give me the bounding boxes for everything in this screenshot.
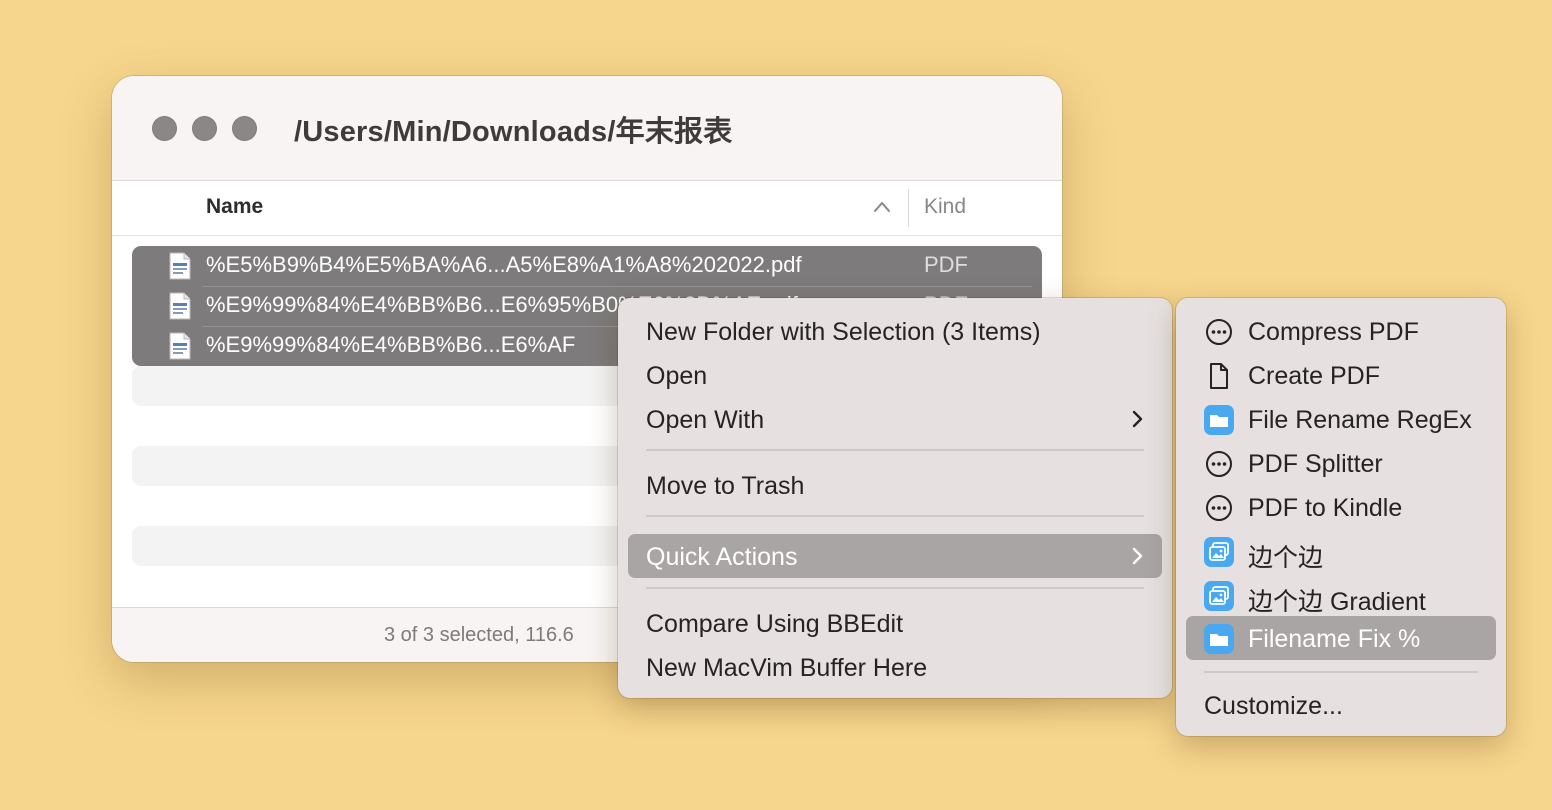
zoom-window-button[interactable] xyxy=(232,116,257,141)
folder-icon xyxy=(1204,624,1234,654)
document-icon xyxy=(1210,363,1228,389)
file-rename-regex-item[interactable]: File Rename RegEx xyxy=(1186,397,1496,441)
column-header: Name Kind xyxy=(112,181,1062,236)
file-row[interactable]: %E5%B9%B4%E5%BA%A6...A5%E8%A1%A8%202022.… xyxy=(132,246,1042,286)
quick-actions-submenu: Compress PDF Create PDF File Rename RegE… xyxy=(1176,298,1506,736)
create-pdf-item[interactable]: Create PDF xyxy=(1186,353,1496,397)
open-with-item[interactable]: Open With xyxy=(628,397,1162,441)
column-name-header[interactable]: Name xyxy=(206,195,263,219)
menu-separator xyxy=(646,449,1144,451)
column-separator[interactable] xyxy=(908,189,909,227)
sort-ascending-icon[interactable] xyxy=(872,199,892,215)
new-macvim-buffer-item[interactable]: New MacVim Buffer Here xyxy=(628,645,1162,689)
filename-fix-item[interactable]: Filename Fix % xyxy=(1186,616,1496,660)
file-name: %E5%B9%B4%E5%BA%A6...A5%E8%A1%A8%202022.… xyxy=(206,252,802,277)
chevron-right-icon xyxy=(1132,410,1143,428)
bian-ge-bian-gradient-item[interactable]: 边个边 Gradient xyxy=(1186,573,1496,617)
file-kind: PDF xyxy=(924,252,968,277)
ellipsis-circle-icon xyxy=(1206,319,1232,345)
window-titlebar: /Users/Min/Downloads/年末报表 xyxy=(112,76,1062,181)
photos-icon xyxy=(1204,581,1234,611)
compress-pdf-item[interactable]: Compress PDF xyxy=(1186,309,1496,353)
pdf-file-icon xyxy=(169,252,191,280)
window-title: /Users/Min/Downloads/年末报表 xyxy=(294,116,733,148)
context-menu: New Folder with Selection (3 Items) Open… xyxy=(618,298,1172,698)
column-kind-header[interactable]: Kind xyxy=(924,195,966,219)
compare-using-bbedit-item[interactable]: Compare Using BBEdit xyxy=(628,601,1162,645)
photos-icon xyxy=(1204,537,1234,567)
ellipsis-circle-icon xyxy=(1206,451,1232,477)
selection-status: 3 of 3 selected, 116.6 xyxy=(384,624,574,646)
ellipsis-circle-icon xyxy=(1206,495,1232,521)
pdf-file-icon xyxy=(169,292,191,320)
pdf-to-kindle-item[interactable]: PDF to Kindle xyxy=(1186,485,1496,529)
menu-separator xyxy=(646,515,1144,517)
menu-separator xyxy=(1204,671,1478,673)
file-name: %E9%99%84%E4%BB%B6...E6%AF xyxy=(206,332,576,357)
folder-icon xyxy=(1204,405,1234,435)
move-to-trash-item[interactable]: Move to Trash xyxy=(628,463,1162,507)
minimize-window-button[interactable] xyxy=(192,116,217,141)
menu-separator xyxy=(646,587,1144,589)
new-folder-with-selection-item[interactable]: New Folder with Selection (3 Items) xyxy=(628,309,1162,353)
open-item[interactable]: Open xyxy=(628,353,1162,397)
bian-ge-bian-item[interactable]: 边个边 xyxy=(1186,529,1496,573)
customize-item[interactable]: Customize... xyxy=(1186,683,1496,727)
chevron-right-icon xyxy=(1132,547,1143,565)
close-window-button[interactable] xyxy=(152,116,177,141)
pdf-splitter-item[interactable]: PDF Splitter xyxy=(1186,441,1496,485)
quick-actions-item[interactable]: Quick Actions xyxy=(628,534,1162,578)
pdf-file-icon xyxy=(169,332,191,360)
